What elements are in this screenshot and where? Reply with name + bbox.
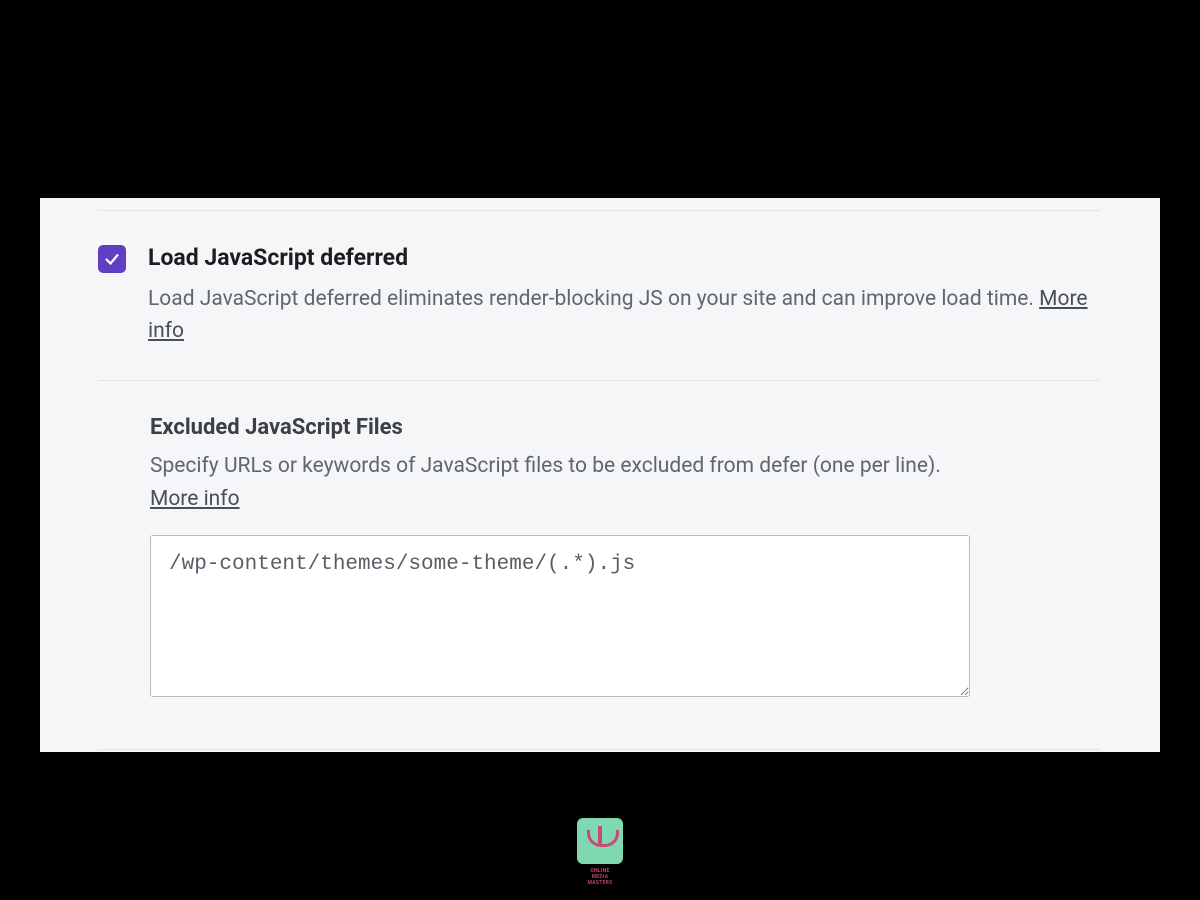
checkbox-wrap <box>98 245 126 273</box>
page-frame: Load JavaScript deferred Load JavaScript… <box>0 0 1200 900</box>
divider <box>98 749 1100 750</box>
excluded-js-title: Excluded JavaScript Files <box>150 415 1100 440</box>
excluded-js-description: Specify URLs or keywords of JavaScript f… <box>150 450 950 515</box>
defer-js-title: Load JavaScript deferred <box>148 243 1100 273</box>
defer-js-desc-text: Load JavaScript deferred eliminates rend… <box>148 287 1039 311</box>
excluded-js-desc-text: Specify URLs or keywords of JavaScript f… <box>150 454 941 478</box>
defer-js-text: Load JavaScript deferred Load JavaScript… <box>148 243 1100 348</box>
defer-js-description: Load JavaScript deferred eliminates rend… <box>148 283 1100 348</box>
logo-text: ONLINEMEDIAMASTERS <box>587 868 612 886</box>
defer-js-option-row: Load JavaScript deferred Load JavaScript… <box>98 211 1100 380</box>
excluded-js-section: Excluded JavaScript Files Specify URLs o… <box>98 381 1100 701</box>
site-logo-badge: ONLINEMEDIAMASTERS <box>574 818 626 890</box>
excluded-js-textarea[interactable] <box>150 535 970 697</box>
logo-icon <box>577 818 623 864</box>
panel-inner: Load JavaScript deferred Load JavaScript… <box>40 210 1160 750</box>
checkmark-icon <box>103 250 121 268</box>
defer-js-checkbox[interactable] <box>98 245 126 273</box>
settings-panel: Load JavaScript deferred Load JavaScript… <box>40 198 1160 752</box>
excluded-js-more-info-link[interactable]: More info <box>150 487 240 511</box>
